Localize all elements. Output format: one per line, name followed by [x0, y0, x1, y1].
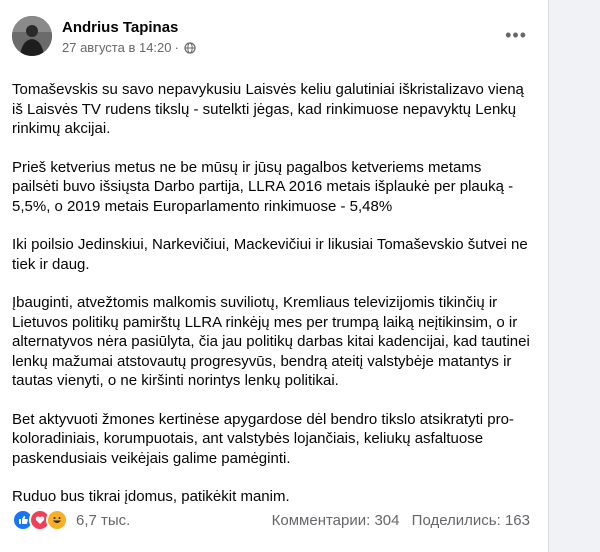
engagement-stats: Комментарии: 304 Поделились: 163 [264, 512, 530, 529]
post-text: Tomaševskis su savo nepavykusiu Laisvės … [12, 80, 532, 526]
post-paragraph: Iki poilsio Jedinskiui, Narkevičiui, Mac… [12, 236, 528, 273]
post-timestamp[interactable]: 27 августа в 14:20 [62, 40, 172, 55]
post-header: Andrius Tapinas 27 августа в 14:20 · ••• [12, 16, 537, 66]
reaction-summary[interactable]: 6,7 тыс. [12, 509, 130, 531]
author-name[interactable]: Andrius Tapinas [62, 19, 178, 36]
post-paragraph: Įbauginti, atvežtomis malkomis suviliotų… [12, 294, 530, 389]
post-paragraph: Prieš ketverius metus ne be mūsų ir jūsų… [12, 158, 514, 215]
globe-icon[interactable] [184, 41, 196, 54]
post-card: Andrius Tapinas 27 августа в 14:20 · •••… [0, 0, 549, 552]
shares-count[interactable]: Поделились: 163 [412, 512, 530, 529]
haha-icon [46, 509, 68, 531]
avatar[interactable] [12, 16, 52, 56]
reaction-count[interactable]: 6,7 тыс. [76, 512, 130, 529]
post-paragraph: Bet aktyvuoti žmones kertinėse apygardos… [12, 410, 514, 467]
comments-count[interactable]: Комментарии: 304 [272, 512, 400, 529]
post-paragraph: Ruduo bus tikrai įdomus, patikėkit manim… [12, 488, 290, 505]
post-paragraph: Tomaševskis su savo nepavykusiu Laisvės … [12, 81, 524, 137]
more-icon[interactable]: ••• [505, 26, 527, 44]
reactions-bar: 6,7 тыс. Комментарии: 304 Поделились: 16… [12, 508, 530, 532]
post-meta: 27 августа в 14:20 · [62, 40, 196, 55]
